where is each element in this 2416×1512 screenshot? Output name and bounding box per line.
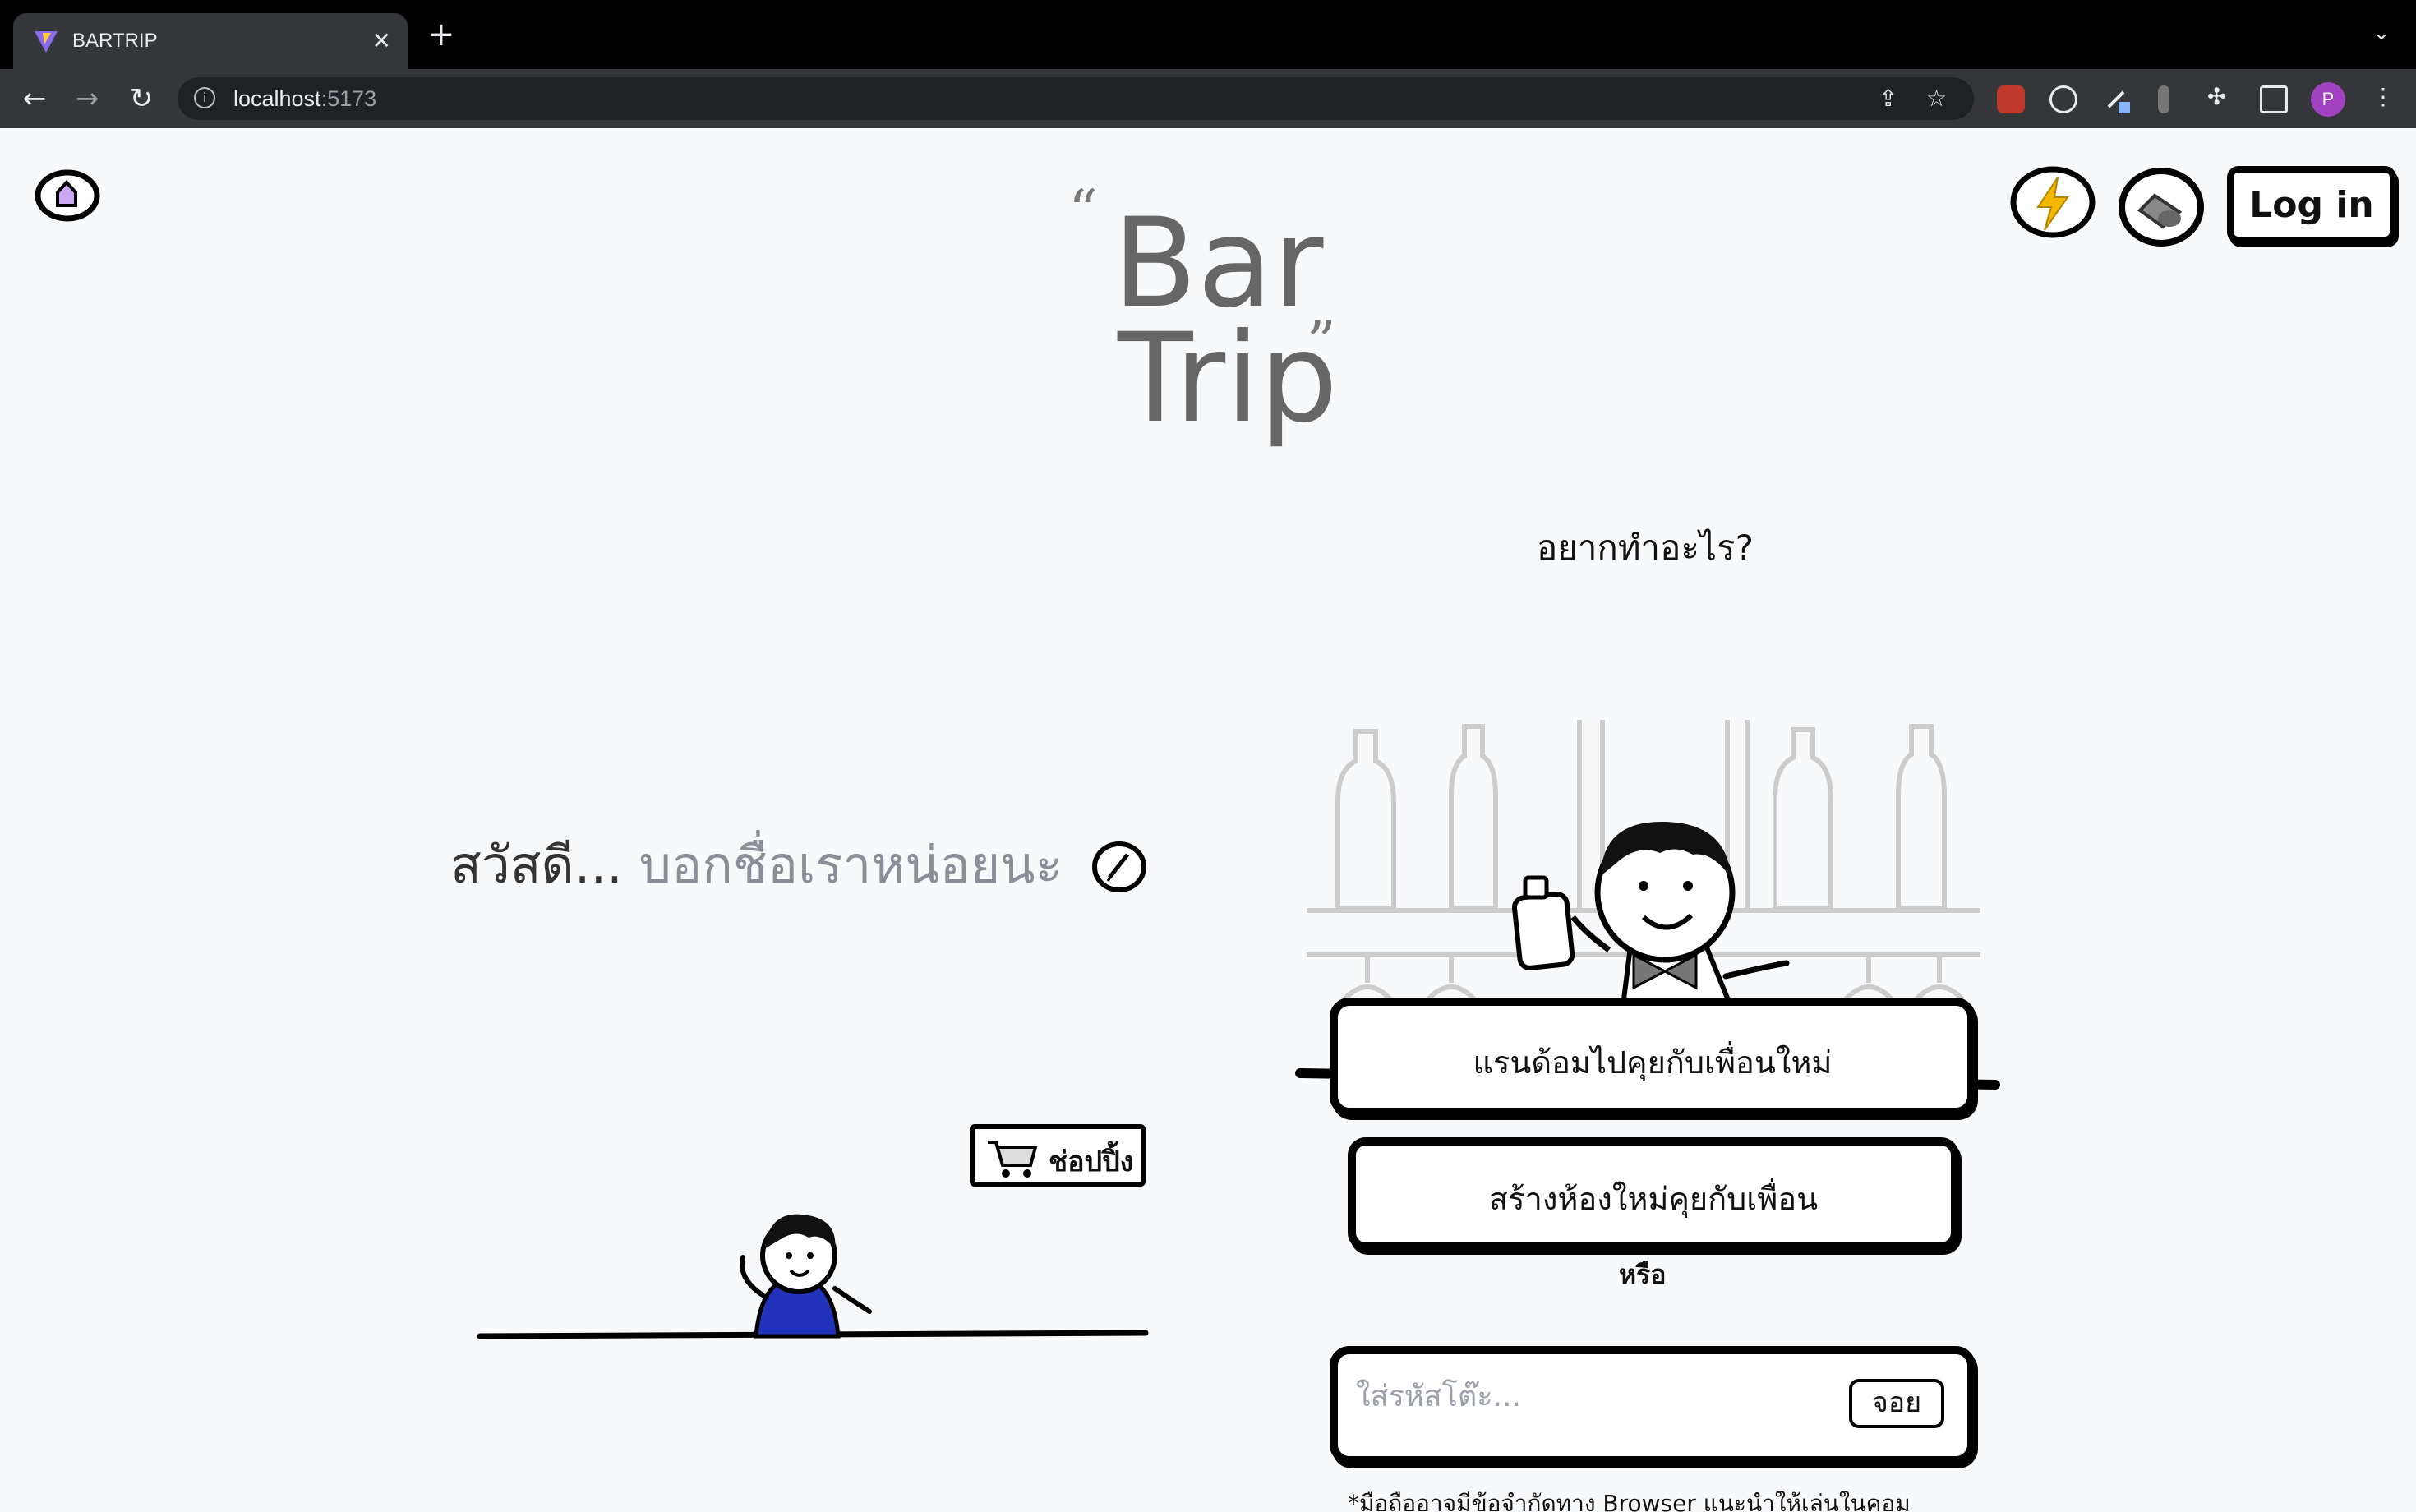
app-page: “ Bar Trip ” Log in สวัสดี... บอกชื่อเรา… <box>0 128 2416 1512</box>
url-text: localhost:5173 <box>233 86 377 111</box>
bookmark-star-icon[interactable]: ☆ <box>1926 85 1947 112</box>
lightning-button[interactable] <box>2008 164 2100 243</box>
logo-close-quote: ” <box>1307 309 1336 376</box>
login-button[interactable]: Log in <box>2227 166 2396 243</box>
table-code-input[interactable] <box>1354 1371 1867 1422</box>
browser-tab[interactable]: BARTRIP ✕ <box>13 13 408 69</box>
random-chat-label: แรนด้อมไปคุยกับเพื่อนใหม่ <box>1473 1044 1833 1081</box>
extension-target-icon[interactable] <box>2049 85 2077 113</box>
speaker-icon <box>2119 168 2204 247</box>
reload-icon[interactable]: ↻ <box>123 81 159 117</box>
name-placeholder[interactable]: บอกชื่อเราหน่อยนะ <box>639 835 1063 895</box>
extension-red-icon[interactable] <box>1997 85 2025 113</box>
share-icon[interactable]: ⇪ <box>1879 85 1897 112</box>
home-button[interactable] <box>33 164 100 222</box>
table-code-box: จอย <box>1330 1346 1976 1464</box>
site-info-icon[interactable]: i <box>194 87 215 108</box>
browser-menu-icon[interactable]: ⋮ <box>2372 84 2395 110</box>
logo-open-quote: “ <box>1068 177 1098 245</box>
tab-title: BARTRIP <box>72 30 158 52</box>
logo-line2: Trip <box>1118 307 1339 450</box>
new-tab-button[interactable]: + <box>427 18 455 51</box>
lightning-icon <box>2010 166 2096 238</box>
side-panel-icon[interactable] <box>2260 85 2288 113</box>
close-icon[interactable]: ✕ <box>372 28 391 54</box>
create-room-label: สร้างห้องใหม่คุยกับเพื่อน <box>1488 1181 1819 1217</box>
vite-logo-icon <box>35 31 58 53</box>
tab-search-icon[interactable]: ⌄ <box>2373 21 2390 44</box>
greeting-text: สวัสดี... <box>450 835 623 895</box>
tab-strip: BARTRIP ✕ + ⌄ <box>0 0 2416 69</box>
extension-gray-icon[interactable] <box>2158 85 2169 113</box>
shop-button[interactable]: ช่อปปิ้ง <box>970 1124 1146 1187</box>
create-room-button[interactable]: สร้างห้องใหม่คุยกับเพื่อน <box>1348 1137 1959 1251</box>
edit-name-button[interactable] <box>1091 840 1149 894</box>
or-divider-label: หรือ <box>1619 1259 1667 1290</box>
back-arrow-icon[interactable]: ← <box>16 81 53 117</box>
player-avatar <box>740 1214 872 1339</box>
player-scene <box>477 1214 1149 1339</box>
extension-pen-icon[interactable] <box>2104 85 2132 113</box>
browser-toolbar: ← → ↻ i localhost:5173 ⇪ ☆ ✣ P ⋮ <box>0 69 2416 128</box>
bartrip-logo: “ Bar Trip ” <box>1068 169 1348 440</box>
home-icon <box>35 169 100 222</box>
mobile-notice: *มือถืออาจมีข้อจำกัดทาง Browser แนะนำให้… <box>1348 1490 1911 1512</box>
join-button[interactable]: จอย <box>1849 1379 1944 1428</box>
question-heading: อยากทำอะไร? <box>1537 528 1754 568</box>
greeting-line: สวัสดี... บอกชื่อเราหน่อยนะ <box>450 825 1063 906</box>
random-chat-button[interactable]: แรนด้อมไปคุยกับเพื่อนใหม่ <box>1330 998 1976 1116</box>
cart-icon <box>988 1141 1038 1178</box>
sound-button[interactable] <box>2115 164 2207 250</box>
shop-label: ช่อปปิ้ง <box>1049 1146 1134 1178</box>
pencil-icon <box>1092 841 1146 892</box>
profile-avatar[interactable]: P <box>2311 82 2345 117</box>
address-bar[interactable]: i localhost:5173 ⇪ ☆ <box>178 77 1974 120</box>
login-label: Log in <box>2249 184 2374 226</box>
forward-arrow-icon[interactable]: → <box>69 81 105 117</box>
extensions-puzzle-icon[interactable]: ✣ <box>2207 84 2226 110</box>
